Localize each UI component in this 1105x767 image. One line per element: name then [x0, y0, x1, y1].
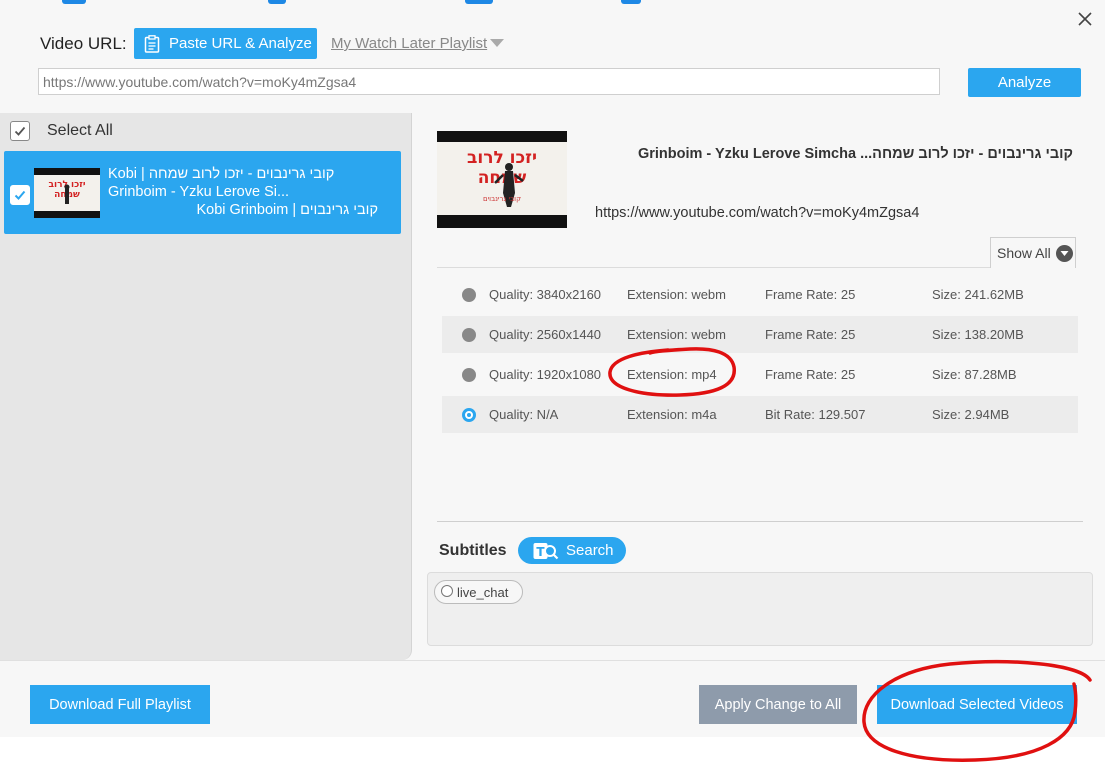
paste-url-analyze-label: Paste URL & Analyze	[169, 35, 312, 52]
format-quality: Quality: 1920x1080	[489, 367, 602, 382]
divider	[0, 660, 1105, 661]
svg-text:קובי גרינבוים: קובי גרינבוים	[483, 195, 521, 203]
video-url: https://www.youtube.com/watch?v=moKy4mZg…	[595, 205, 920, 221]
playlist-item-title-line: קובי גרינבוים - יזכו לרוב שמחה | Kobi	[108, 166, 335, 182]
chevron-down-icon[interactable]	[490, 39, 504, 47]
format-rate: Frame Rate: 25	[765, 367, 856, 382]
format-extension: Extension: m4a	[627, 407, 717, 422]
divider	[437, 267, 991, 268]
chevron-down-icon	[1055, 244, 1073, 262]
subtitle-search-label: Search	[566, 542, 614, 559]
format-quality: Quality: N/A	[489, 407, 559, 422]
format-row[interactable]: Quality: 1920x1080 Extension: mp4 Frame …	[442, 356, 1078, 393]
download-full-playlist-button[interactable]: Download Full Playlist	[30, 685, 210, 724]
format-row[interactable]: Quality: 2560x1440 Extension: webm Frame…	[442, 316, 1078, 353]
radio-unselected-icon[interactable]	[462, 367, 476, 382]
subtitles-list	[427, 572, 1093, 646]
checkbox-checked-icon[interactable]	[10, 185, 30, 205]
subtitle-option-label: live_chat	[457, 584, 509, 600]
format-size: Size: 87.28MB	[932, 367, 1017, 382]
video-preview-thumbnail: יזכו לרוב שמחה קובי גרינבוים	[437, 131, 567, 228]
subtitle-option[interactable]: live_chat	[434, 580, 524, 604]
format-size: Size: 138.20MB	[932, 327, 1024, 342]
playlist-item-title-line: קובי גרינבוים | Kobi Grinboim	[196, 202, 378, 218]
divider	[437, 521, 1083, 522]
show-all-label: Show All	[997, 245, 1051, 261]
show-all-dropdown[interactable]: Show All	[990, 237, 1076, 268]
format-rate: Frame Rate: 25	[765, 287, 856, 302]
paste-url-analyze-button[interactable]: Paste URL & Analyze	[134, 28, 317, 59]
radio-unselected-icon[interactable]	[441, 585, 453, 597]
format-row[interactable]: Quality: 3840x2160 Extension: webm Frame…	[442, 276, 1078, 313]
video-url-label: Video URL:	[40, 34, 127, 53]
format-extension: Extension: mp4	[627, 367, 717, 382]
playlist-item-title: קובי גרינבוים - יזכו לרוב שמחה | Kobi Gr…	[108, 165, 378, 219]
close-icon[interactable]	[1075, 9, 1095, 29]
select-all-label: Select All	[47, 122, 113, 139]
clipboard-icon	[144, 34, 160, 53]
format-rate: Bit Rate: 129.507	[765, 407, 866, 422]
svg-text:T: T	[536, 545, 545, 559]
format-extension: Extension: webm	[627, 327, 726, 342]
format-rate: Frame Rate: 25	[765, 327, 856, 342]
subtitle-search-button[interactable]: T Search	[518, 537, 626, 564]
url-input[interactable]	[38, 68, 940, 95]
format-extension: Extension: webm	[627, 287, 726, 302]
text-search-icon: T	[533, 542, 559, 560]
download-dialog: Video URL: Paste URL & Analyze My Watch …	[0, 0, 1105, 737]
checkbox-checked-icon[interactable]	[10, 121, 30, 141]
download-selected-videos-button[interactable]: Download Selected Videos	[877, 685, 1077, 724]
format-size: Size: 241.62MB	[932, 287, 1024, 302]
svg-text:יזכו לרוב: יזכו לרוב	[467, 148, 537, 168]
select-all-checkbox[interactable]: Select All	[10, 121, 113, 141]
radio-unselected-icon[interactable]	[462, 327, 476, 342]
apply-change-to-all-button[interactable]: Apply Change to All	[699, 685, 857, 724]
background-app-strip	[0, 0, 1105, 6]
video-title: קובי גרינבוים - יזכו לרוב שמחה... Grinbo…	[637, 146, 1073, 162]
playlist-item-title-line: Grinboim - Yzku Lerove Si...	[108, 184, 290, 200]
format-quality: Quality: 3840x2160	[489, 287, 602, 302]
watch-later-playlist-link[interactable]: My Watch Later Playlist	[331, 35, 487, 52]
radio-unselected-icon[interactable]	[462, 287, 476, 302]
playlist-item[interactable]: יזכו לרוב שמחה קובי גרינבוים - יזכו לרוב…	[4, 151, 401, 234]
subtitles-label: Subtitles	[439, 542, 507, 559]
format-size: Size: 2.94MB	[932, 407, 1010, 422]
analyze-button[interactable]: Analyze	[968, 68, 1081, 97]
video-thumbnail: יזכו לרוב שמחה	[34, 168, 100, 218]
format-row[interactable]: Quality: N/A Extension: m4a Bit Rate: 12…	[442, 396, 1078, 433]
format-quality: Quality: 2560x1440	[489, 327, 602, 342]
radio-selected-icon[interactable]	[462, 407, 476, 422]
